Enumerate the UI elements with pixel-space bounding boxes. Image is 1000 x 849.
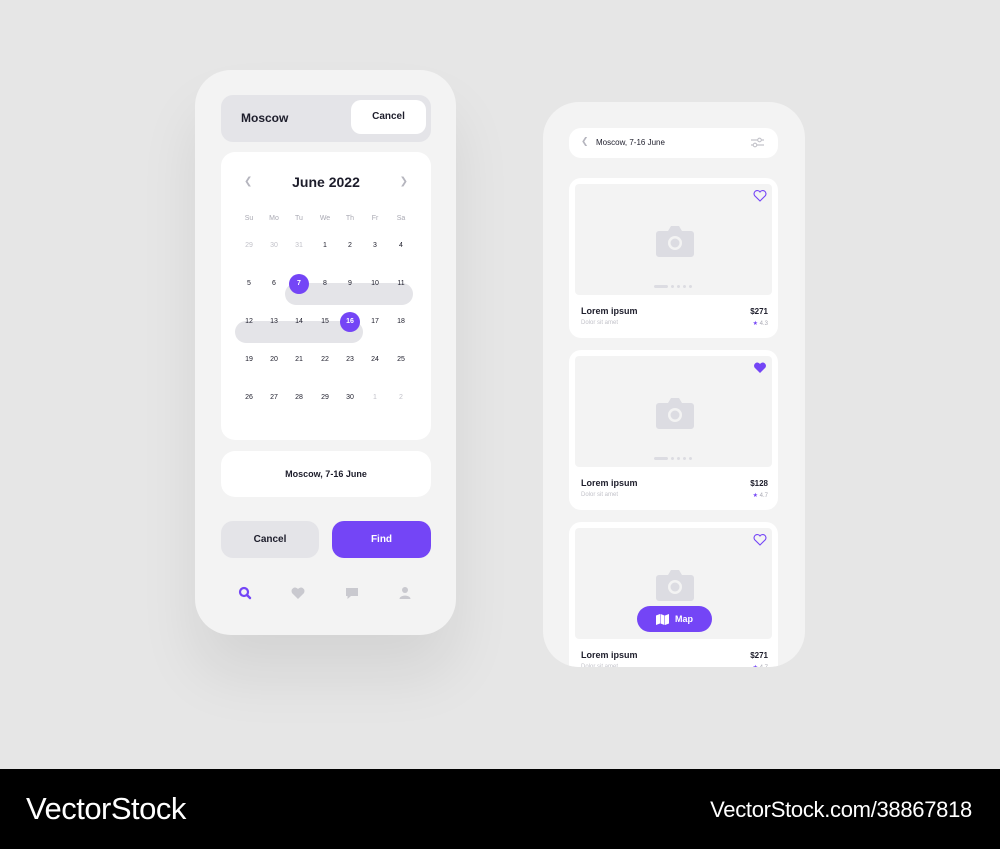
camera-icon [656,398,694,429]
star-icon: ★ [752,493,758,499]
results-screen: ❮ Moscow, 7-16 June Lorem ipsum Dolor sit… [543,102,805,667]
calendar-day[interactable]: 6 [264,274,284,294]
back-icon[interactable]: ❮ [581,136,589,147]
rating-value: 4.7 [759,493,768,499]
calendar-day-selected[interactable]: 7 [289,274,309,294]
calendar-day[interactable]: 14 [289,312,309,332]
weekday-label: Th [345,215,355,222]
calendar-day[interactable]: 9 [340,274,360,294]
calendar-day[interactable]: 25 [391,350,411,370]
map-button[interactable]: Map [637,606,712,632]
camera-icon [656,226,694,257]
search-icon[interactable] [237,585,253,601]
city-label: Moscow [241,111,289,125]
weekday-label: Fr [371,215,379,222]
carousel-dots[interactable] [654,284,692,288]
calendar-day[interactable]: 12 [239,312,259,332]
map-button-label: Map [675,614,693,624]
calendar-day[interactable]: 22 [315,350,335,370]
calendar-day[interactable]: 23 [340,350,360,370]
weekday-label: We [319,215,331,222]
calendar-day[interactable]: 5 [239,274,259,294]
listing-photo-placeholder [575,184,772,295]
find-button[interactable]: Find [332,521,431,558]
calendar-day[interactable]: 29 [239,236,259,256]
calendar-day[interactable]: 2 [340,236,360,256]
calendar-day[interactable]: 13 [264,312,284,332]
calendar-day[interactable]: 27 [264,388,284,408]
carousel-dots[interactable] [654,456,692,460]
weekday-label: Su [244,215,254,222]
heart-icon[interactable] [753,189,767,203]
calendar-day[interactable]: 10 [365,274,385,294]
listing-price: $128 [750,479,768,488]
chevron-right-icon[interactable]: ❯ [400,176,408,187]
calendar-day[interactable]: 17 [365,312,385,332]
calendar-day[interactable]: 1 [365,388,385,408]
calendar-day[interactable]: 2 [391,388,411,408]
calendar-day[interactable]: 11 [391,274,411,294]
calendar-day[interactable]: 30 [340,388,360,408]
listing-subtitle: Dolor sit amet [581,320,619,326]
listing-rating: ★ 4.7 [753,664,768,667]
listing-subtitle: Dolor sit amet [581,664,619,667]
calendar-day[interactable]: 31 [289,236,309,256]
rating-value: 4.7 [760,665,768,667]
rating-value: 4.3 [759,321,768,327]
calendar-day[interactable]: 24 [365,350,385,370]
footer-brand: VectorStock [26,791,186,826]
chat-icon[interactable] [344,585,360,601]
calendar-day[interactable]: 26 [239,388,259,408]
listing-title: Lorem ipsum [581,306,638,316]
listing-photo-placeholder [575,356,772,467]
listing-card[interactable]: Lorem ipsum Dolor sit amet $271 ★ 4.3 [569,178,778,338]
selected-dates-summary[interactable]: Moscow, 7-16 June [221,451,431,497]
listing-title: Lorem ipsum [581,478,638,488]
star-icon: ★ [753,665,758,667]
listing-title: Lorem ipsum [581,650,638,660]
calendar-day[interactable]: 4 [391,236,411,256]
star-icon: ★ [752,321,758,327]
calendar: ❮ June 2022 ❯ Su Mo Tu We Th Fr Sa 29 30 31 1 2 3 4 5 6… [221,152,431,440]
results-search-text: Moscow, 7-16 June [596,138,665,147]
calendar-day[interactable]: 19 [239,350,259,370]
calendar-day[interactable]: 30 [264,236,284,256]
listing-subtitle: Dolor sit amet [581,492,619,498]
filter-icon[interactable] [751,137,764,148]
heart-icon[interactable] [290,585,306,601]
results-search-bar[interactable]: ❮ Moscow, 7-16 June [569,128,778,158]
listing-price: $271 [750,307,768,316]
calendar-day[interactable]: 28 [289,388,309,408]
calendar-day[interactable]: 21 [289,350,309,370]
calendar-day[interactable]: 3 [365,236,385,256]
heart-icon[interactable] [753,361,767,375]
listing-card[interactable]: Lorem ipsum Dolor sit amet $271 ★ 4.7 [569,522,778,667]
weekday-label: Tu [295,215,303,222]
calendar-day[interactable]: 8 [315,274,335,294]
calendar-day[interactable]: 29 [315,388,335,408]
search-cancel-button[interactable]: Cancel [351,100,426,134]
calendar-day[interactable]: 15 [315,312,335,332]
calendar-day[interactable]: 1 [315,236,335,256]
cancel-button[interactable]: Cancel [221,521,319,558]
weekday-label: Mo [269,215,279,222]
location-search-bar[interactable]: Moscow Cancel [221,95,431,142]
listing-card[interactable]: Lorem ipsum Dolor sit amet $128 ★ 4.7 [569,350,778,510]
footer-url: VectorStock.com/38867818 [710,797,972,822]
listing-price: $271 [750,651,768,660]
weekday-label: Sa [396,215,406,222]
map-icon [656,613,669,625]
calendar-day[interactable]: 18 [391,312,411,332]
camera-icon [656,570,694,601]
calendar-day[interactable]: 20 [264,350,284,370]
stage: Moscow Cancel ❮ June 2022 ❯ Su Mo Tu We Th Fr… [0,0,1000,769]
profile-icon[interactable] [397,585,413,601]
date-picker-screen: Moscow Cancel ❮ June 2022 ❯ Su Mo Tu We Th Fr… [195,70,456,635]
listing-rating: ★ 4.3 [753,320,768,327]
watermark-footer: VectorStock VectorStock.com/38867818 [0,769,1000,849]
listing-rating: ★ 4.7 [753,492,768,499]
heart-icon[interactable] [753,533,767,547]
calendar-day-selected[interactable]: 16 [340,312,360,332]
